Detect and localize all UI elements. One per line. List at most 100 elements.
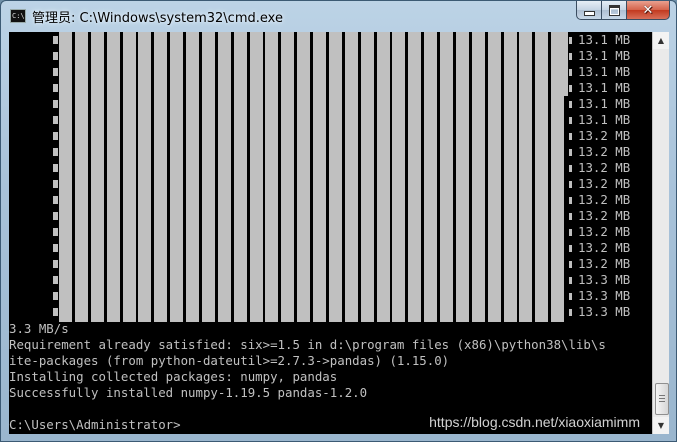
- download-size-row: 13.2 MB: [569, 144, 630, 160]
- progress-segment: [59, 32, 72, 322]
- download-size-label: 13.2 MB: [578, 192, 631, 207]
- maximize-icon: [608, 4, 620, 16]
- progress-segment: [123, 32, 136, 322]
- progress-border-tick: [569, 309, 572, 316]
- cmd-icon[interactable]: C:\: [10, 9, 26, 23]
- download-size-row: 13.3 MB: [569, 272, 630, 288]
- download-size-row: 13.3 MB: [569, 304, 630, 320]
- download-size-row: 13.2 MB: [569, 208, 630, 224]
- command-prompt[interactable]: C:\Users\Administrator>: [9, 417, 181, 433]
- console-output[interactable]: 13.1 MB 13.1 MB 13.1 MB 13.1 MB 13.1 MB 13.1 …: [9, 32, 652, 434]
- download-size-row: 13.2 MB: [569, 160, 630, 176]
- scroll-thumb[interactable]: [655, 383, 669, 415]
- download-progress: 13.1 MB 13.1 MB 13.1 MB 13.1 MB 13.1 MB 13.1 …: [9, 32, 652, 322]
- progress-segment: [377, 32, 390, 322]
- progress-border-tick: [569, 197, 572, 204]
- progress-border-tick: [53, 196, 58, 204]
- download-size-label: 13.3 MB: [578, 288, 631, 303]
- title-bar[interactable]: C:\ 管理员: C:\Windows\system32\cmd.exe ✕: [1, 1, 676, 31]
- scroll-up-button[interactable]: ▲: [653, 32, 669, 49]
- close-button[interactable]: ✕: [627, 1, 670, 20]
- download-size-row: 13.2 MB: [569, 128, 630, 144]
- maximize-button[interactable]: [602, 1, 627, 20]
- progress-border-tick: [53, 244, 58, 252]
- download-size-row: 13.2 MB: [569, 192, 630, 208]
- progress-border-tick: [569, 181, 572, 188]
- progress-segment: [519, 32, 532, 322]
- download-size-row: 13.2 MB: [569, 240, 630, 256]
- download-size-label: 13.3 MB: [578, 304, 631, 319]
- progress-border-tick: [569, 213, 572, 220]
- minimize-button[interactable]: [576, 1, 602, 20]
- progress-border-tick: [569, 229, 572, 236]
- progress-border-tick: [569, 37, 572, 44]
- console-line: 3.3 MB/s: [9, 321, 69, 336]
- progress-border-tick: [569, 69, 572, 76]
- progress-segment: [91, 32, 104, 322]
- download-size-row: 13.2 MB: [569, 256, 630, 272]
- progress-border-tick: [569, 277, 572, 284]
- watermark: https://blog.csdn.net/xiaoxiamimm: [429, 414, 640, 430]
- download-size-label: 13.2 MB: [578, 208, 631, 223]
- vertical-scrollbar[interactable]: ▲ ▼: [652, 32, 669, 434]
- triangle-down-icon: ▼: [657, 421, 665, 430]
- progress-segment: [265, 32, 278, 322]
- progress-border-tick: [53, 52, 58, 60]
- progress-segment: [75, 32, 88, 322]
- download-size-label: 13.1 MB: [578, 112, 631, 127]
- window-title: 管理员: C:\Windows\system32\cmd.exe: [32, 11, 283, 26]
- progress-bar: [59, 32, 567, 322]
- progress-segment: [313, 32, 326, 322]
- progress-border-tick: [53, 164, 58, 172]
- download-size-row: 13.1 MB: [569, 96, 630, 112]
- download-size-label: 13.2 MB: [578, 176, 631, 191]
- progress-segment: [250, 32, 263, 322]
- download-size-label: 13.2 MB: [578, 256, 631, 271]
- progress-segment: [218, 32, 231, 322]
- triangle-up-icon: ▲: [657, 36, 665, 45]
- progress-segment: [440, 32, 453, 322]
- progress-segment: [504, 32, 517, 322]
- download-size-label: 13.1 MB: [578, 48, 631, 63]
- download-size-row: 13.1 MB: [569, 80, 630, 96]
- progress-segment: [408, 32, 421, 322]
- download-size-label: 13.2 MB: [578, 144, 631, 159]
- download-size-row: 13.1 MB: [569, 112, 630, 128]
- progress-border-tick: [569, 245, 572, 252]
- progress-border-tick: [53, 260, 58, 268]
- progress-segment: [170, 32, 183, 322]
- console-line: Installing collected packages: numpy, pa…: [9, 369, 338, 384]
- download-size-label: 13.2 MB: [578, 240, 631, 255]
- progress-segment: [392, 32, 405, 322]
- download-size-label: 13.1 MB: [578, 32, 631, 47]
- progress-border-tick: [53, 148, 58, 156]
- progress-border-tick: [569, 261, 572, 268]
- scroll-down-button[interactable]: ▼: [653, 417, 669, 434]
- cmd-window: C:\ 管理员: C:\Windows\system32\cmd.exe ✕ 1…: [0, 0, 677, 442]
- progress-border-tick: [53, 292, 58, 300]
- progress-cursor: [560, 32, 568, 96]
- download-size-row: 13.2 MB: [569, 224, 630, 240]
- progress-border-tick: [569, 101, 572, 108]
- progress-border-tick: [53, 68, 58, 76]
- progress-border-tick: [53, 212, 58, 220]
- download-size-label: 13.3 MB: [578, 272, 631, 287]
- progress-segment: [535, 32, 548, 322]
- progress-border-tick: [53, 180, 58, 188]
- progress-border-tick: [53, 84, 58, 92]
- progress-segment: [297, 32, 310, 322]
- progress-segment: [138, 32, 151, 322]
- progress-border-tick: [53, 276, 58, 284]
- progress-border-tick: [569, 53, 572, 60]
- download-size-label: 13.2 MB: [578, 160, 631, 175]
- progress-border-tick: [569, 293, 572, 300]
- window-controls: ✕: [576, 1, 670, 21]
- progress-segment: [154, 32, 167, 322]
- download-size-row: 13.1 MB: [569, 64, 630, 80]
- progress-border-tick: [53, 132, 58, 140]
- download-size-label: 13.1 MB: [578, 96, 631, 111]
- close-icon: ✕: [642, 2, 654, 18]
- minimize-icon: [583, 10, 595, 16]
- progress-segment: [472, 32, 485, 322]
- progress-segment: [361, 32, 374, 322]
